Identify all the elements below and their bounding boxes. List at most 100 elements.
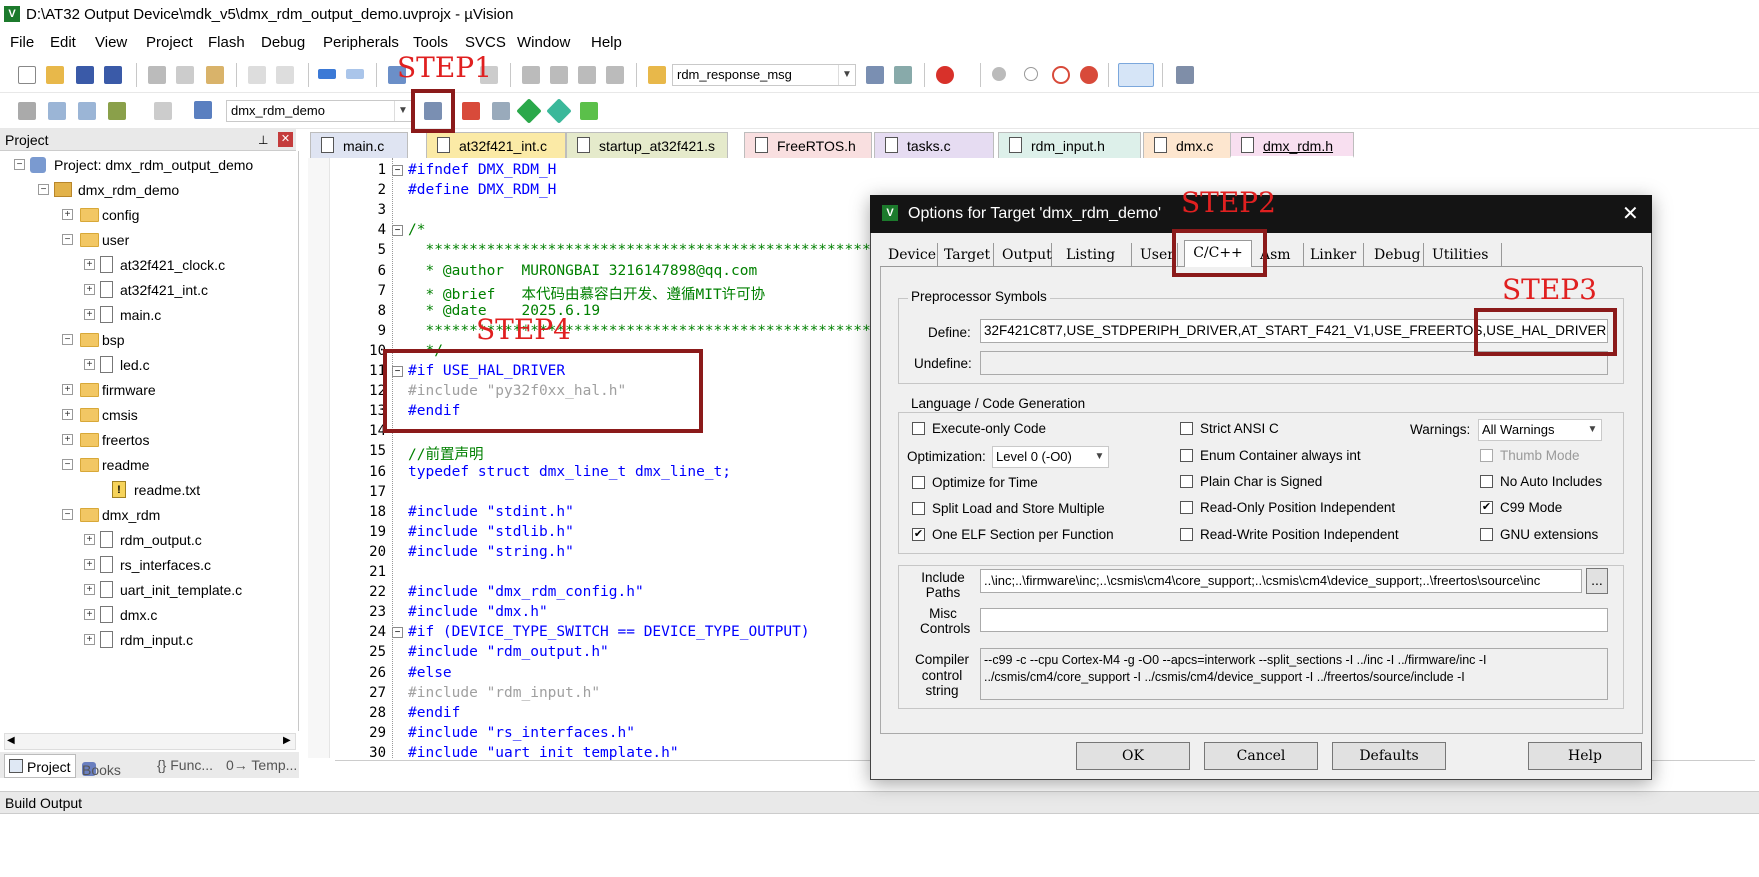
tab-functions[interactable]: {} Func... — [157, 757, 213, 773]
chevron-down-icon[interactable]: ▼ — [1584, 420, 1601, 440]
optimization-select[interactable]: Level 0 (-O0) ▼ — [992, 446, 1109, 468]
batch-build-icon[interactable] — [108, 102, 126, 120]
menu-debug[interactable]: Debug — [261, 34, 305, 51]
cancel-button[interactable]: Cancel — [1204, 742, 1318, 770]
save-icon[interactable] — [76, 66, 94, 84]
build-icon[interactable] — [48, 102, 66, 120]
tree-node[interactable]: − readme — [0, 455, 296, 475]
dialog-tab[interactable]: Linker — [1306, 243, 1364, 267]
window-layout-icon[interactable] — [1118, 63, 1154, 87]
expand-icon[interactable]: + — [84, 259, 95, 270]
tree-node[interactable]: + dmx.c — [0, 605, 296, 625]
manage-components-icon[interactable] — [462, 102, 480, 120]
target-combo[interactable]: dmx_rdm_demo ▼ — [226, 100, 412, 122]
dialog-tab[interactable]: Target — [940, 243, 994, 267]
gnu-extensions-checkbox[interactable] — [1480, 528, 1493, 541]
menu-svcs[interactable]: SVCS — [465, 34, 506, 51]
breakpoint-enable-icon[interactable] — [1024, 67, 1038, 81]
tree-node[interactable]: + firmware — [0, 380, 296, 400]
find-combo[interactable]: rdm_response_msg ▼ — [672, 64, 856, 86]
dialog-tab[interactable]: Debug — [1370, 243, 1424, 267]
tree-node[interactable]: + freertos — [0, 430, 296, 450]
editor-tab[interactable]: tasks.c — [874, 132, 994, 158]
tree-node[interactable]: + at32f421_clock.c — [0, 255, 296, 275]
tree-node[interactable]: − dmx_rdm — [0, 505, 296, 525]
misc-controls-input[interactable] — [980, 608, 1608, 632]
menu-help[interactable]: Help — [591, 34, 622, 51]
chevron-down-icon[interactable]: ▼ — [838, 65, 855, 85]
select-packs-icon[interactable] — [546, 98, 572, 124]
load-download-icon[interactable] — [194, 101, 212, 119]
cut-icon[interactable] — [148, 66, 166, 84]
fold-toggle-icon[interactable]: − — [392, 165, 403, 176]
breakpoint-disable-icon[interactable] — [1052, 66, 1070, 84]
tree-node[interactable]: ! readme.txt — [0, 480, 296, 500]
collapse-icon[interactable]: − — [62, 509, 73, 520]
fold-toggle-icon[interactable]: − — [392, 627, 403, 638]
unindent-icon[interactable] — [550, 66, 568, 84]
new-file-icon[interactable] — [18, 66, 36, 84]
open-folder-icon[interactable] — [46, 66, 64, 84]
close-icon[interactable]: ✕ — [278, 132, 293, 147]
expand-icon[interactable]: + — [84, 634, 95, 645]
split-load-checkbox[interactable] — [912, 502, 925, 515]
expand-icon[interactable]: + — [62, 209, 73, 220]
tree-node[interactable]: − Project: dmx_rdm_output_demo — [0, 155, 296, 175]
plain-char-checkbox[interactable] — [1180, 475, 1193, 488]
tree-node[interactable]: + cmsis — [0, 405, 296, 425]
save-all-icon[interactable] — [104, 66, 122, 84]
editor-tab[interactable]: dmx_rdm.h — [1230, 132, 1354, 158]
menu-tools[interactable]: Tools — [413, 34, 448, 51]
find-in-files-icon[interactable] — [648, 66, 666, 84]
strict-ansi-checkbox[interactable] — [1180, 422, 1193, 435]
file-extensions-icon[interactable] — [492, 102, 510, 120]
tree-node[interactable]: + rdm_input.c — [0, 630, 296, 650]
no-auto-includes-checkbox[interactable] — [1480, 475, 1493, 488]
redo-icon[interactable] — [276, 66, 294, 84]
debug-session-icon[interactable] — [936, 66, 954, 84]
editor-tab[interactable]: dmx.c — [1143, 132, 1233, 158]
run-time-env-icon[interactable] — [580, 102, 598, 120]
copy-icon[interactable] — [176, 66, 194, 84]
indent-icon[interactable] — [522, 66, 540, 84]
comment-icon[interactable] — [578, 66, 596, 84]
menu-project[interactable]: Project — [146, 34, 193, 51]
tree-node[interactable]: − dmx_rdm_demo — [0, 180, 296, 200]
paste-icon[interactable] — [206, 66, 224, 84]
scroll-left-icon[interactable]: ◀ — [7, 735, 15, 746]
expand-icon[interactable]: + — [62, 434, 73, 445]
tab-templates[interactable]: 0→ Temp... — [226, 757, 297, 773]
stop-build-icon[interactable] — [154, 102, 172, 120]
tree-node[interactable]: + rs_interfaces.c — [0, 555, 296, 575]
pin-icon[interactable]: ⊥ — [258, 133, 268, 147]
expand-icon[interactable]: + — [84, 584, 95, 595]
editor-tab[interactable]: FreeRTOS.h — [744, 132, 872, 158]
pack-installer-icon[interactable] — [516, 98, 542, 124]
ok-button[interactable]: OK — [1076, 742, 1190, 770]
c99-checkbox[interactable]: ✔ — [1480, 501, 1493, 514]
collapse-icon[interactable]: − — [14, 159, 25, 170]
defaults-button[interactable]: Defaults — [1332, 742, 1446, 770]
expand-icon[interactable]: + — [84, 559, 95, 570]
tree-node[interactable]: + uart_init_template.c — [0, 580, 296, 600]
menu-view[interactable]: View — [95, 34, 127, 51]
rebuild-icon[interactable] — [78, 102, 96, 120]
chevron-down-icon[interactable]: ▼ — [394, 101, 411, 121]
collapse-icon[interactable]: − — [62, 334, 73, 345]
help-button[interactable]: Help — [1528, 742, 1642, 770]
dialog-close-icon[interactable]: ✕ — [1622, 201, 1639, 226]
thumb-mode-checkbox[interactable] — [1480, 449, 1493, 462]
tree-node[interactable]: + rdm_output.c — [0, 530, 296, 550]
uncomment-icon[interactable] — [606, 66, 624, 84]
expand-icon[interactable]: + — [62, 409, 73, 420]
expand-icon[interactable]: + — [84, 534, 95, 545]
chevron-down-icon[interactable]: ▼ — [1091, 447, 1108, 467]
editor-tab[interactable]: main.c — [310, 132, 408, 158]
execute-only-checkbox[interactable] — [912, 422, 925, 435]
collapse-icon[interactable]: − — [38, 184, 49, 195]
menu-flash[interactable]: Flash — [208, 34, 245, 51]
one-elf-checkbox[interactable]: ✔ — [912, 528, 925, 541]
expand-icon[interactable]: + — [84, 609, 95, 620]
project-hscrollbar[interactable]: ◀ ▶ — [4, 733, 296, 750]
tab-project[interactable]: Project — [4, 754, 76, 778]
